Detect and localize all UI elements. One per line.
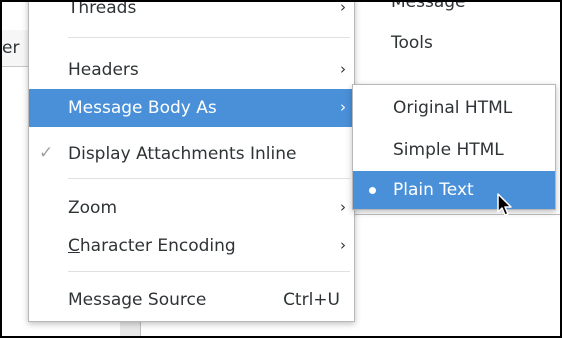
submenu-item-plain-text[interactable]: Plain Text [353,171,555,216]
mouse-pointer-icon [497,193,512,216]
menu-item-shortcut: Ctrl+U [283,290,340,310]
submenu-item-original-html[interactable]: Original HTML [353,89,555,127]
menu-item-label: Zoom [68,198,118,218]
menu-item-message-body-as[interactable]: Message Body As › [29,89,354,127]
menu-item-message-source[interactable]: Message Source Ctrl+U [29,281,354,319]
top-menu: Message Tools [351,2,560,88]
radio-dot-icon [369,187,376,194]
chevron-right-icon: › [340,198,346,216]
menu-item-label: Threads [68,2,137,18]
menu-item-character-encoding[interactable]: Character Encoding › [29,227,354,265]
check-icon: ✓ [39,143,54,163]
menu-item-label: Message Source [68,290,207,310]
submenu-item-label: Plain Text [393,180,474,200]
menu-item-label: Character Encoding [68,236,236,256]
menu-item-tools[interactable]: Tools [391,33,433,53]
chevron-right-icon: › [340,2,346,16]
menu-item-label-rest: haracter Encoding [79,236,236,256]
menu-item-label: Message Body As [68,98,217,118]
chevron-right-icon: › [340,60,346,78]
menu-item-label: Display Attachments Inline [68,144,297,164]
menu-item-threads[interactable]: Threads › [29,2,354,27]
submenu-item-label: Simple HTML [393,140,504,160]
chevron-right-icon: › [340,98,346,116]
mnemonic-letter: C [68,236,80,256]
background-divider [352,214,560,215]
submenu-item-simple-html[interactable]: Simple HTML [353,131,555,169]
view-menu: Threads › Headers › Message Body As › ✓ … [28,2,355,322]
background-panel-text: er [2,38,20,58]
menu-separator [68,271,350,272]
menu-item-zoom[interactable]: Zoom › [29,189,354,227]
menu-item-message[interactable]: Message [391,2,466,12]
menu-separator [68,37,350,38]
message-body-as-submenu: Original HTML Simple HTML Plain Text [352,84,556,216]
menu-item-headers[interactable]: Headers › [29,51,354,89]
menu-separator [68,178,350,179]
submenu-item-label: Original HTML [393,98,513,118]
menu-item-label: Headers [68,60,139,80]
chevron-right-icon: › [340,236,346,254]
screenshot-frame: er Message Tools Threads › Headers › Mes… [2,2,560,336]
menu-item-display-attachments-inline[interactable]: ✓ Display Attachments Inline [29,135,354,173]
